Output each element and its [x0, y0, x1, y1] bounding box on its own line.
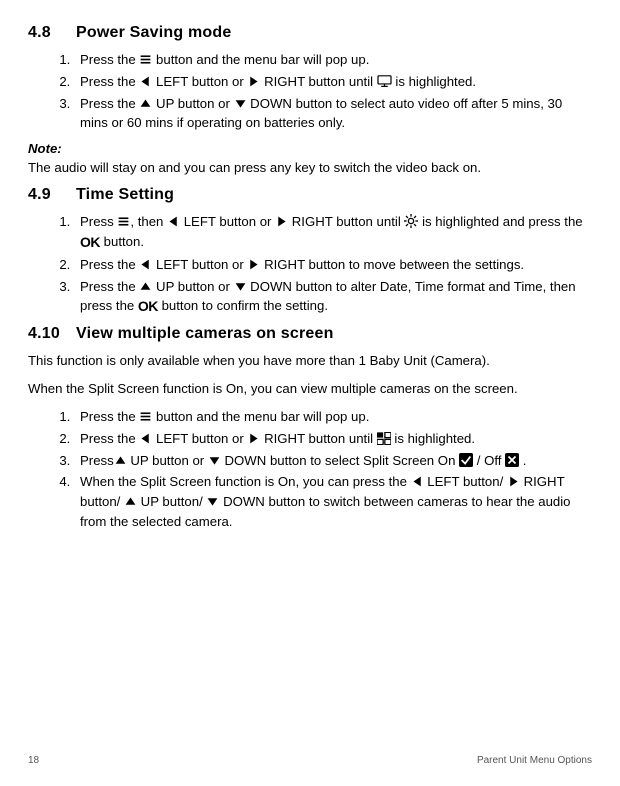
section-4-9-title: Time Setting — [76, 186, 174, 203]
section-4-8-heading: 4.8Power Saving mode — [28, 24, 592, 42]
note-label: Note: — [28, 141, 592, 156]
left-arrow-icon — [139, 258, 152, 271]
step-item: Press , then LEFT button or RIGHT button… — [74, 212, 592, 253]
check-box-icon — [459, 453, 473, 467]
section-4-10-steps: Press the button and the menu bar will p… — [28, 407, 592, 532]
menu-icon — [139, 53, 152, 66]
right-arrow-icon — [507, 475, 520, 488]
section-4-10-heading: 4.10View multiple cameras on screen — [28, 325, 592, 343]
menu-icon — [117, 215, 130, 228]
up-arrow-icon — [114, 454, 127, 467]
up-arrow-icon — [124, 495, 137, 508]
down-arrow-icon — [208, 454, 221, 467]
step-item: Press the LEFT button or RIGHT button un… — [74, 429, 592, 449]
x-box-icon — [505, 453, 519, 467]
down-arrow-icon — [206, 495, 219, 508]
step-item: Press the LEFT button or RIGHT button to… — [74, 255, 592, 275]
ok-icon: OK — [80, 234, 100, 250]
section-4-9-num: 4.9 — [28, 186, 76, 204]
note-text: The audio will stay on and you can press… — [28, 158, 592, 178]
right-arrow-icon — [247, 75, 260, 88]
right-arrow-icon — [247, 432, 260, 445]
monitor-icon — [377, 75, 392, 88]
section-4-10-num: 4.10 — [28, 325, 76, 343]
step-item: Press the button and the menu bar will p… — [74, 50, 592, 70]
section-4-8-num: 4.8 — [28, 24, 76, 42]
section-4-10-title: View multiple cameras on screen — [76, 325, 334, 342]
down-arrow-icon — [234, 97, 247, 110]
section-4-10-intro2: When the Split Screen function is On, yo… — [28, 379, 592, 399]
section-4-9-heading: 4.9Time Setting — [28, 186, 592, 204]
section-4-8-steps: Press the button and the menu bar will p… — [28, 50, 592, 133]
right-arrow-icon — [247, 258, 260, 271]
page-number: 18 — [28, 755, 39, 766]
ok-icon: OK — [138, 298, 158, 314]
step-item: Press the UP button or DOWN button to se… — [74, 94, 592, 134]
section-4-9-steps: Press , then LEFT button or RIGHT button… — [28, 212, 592, 317]
page: 4.8Power Saving mode Press the button an… — [0, 0, 620, 786]
gear-icon — [404, 214, 418, 228]
left-arrow-icon — [139, 75, 152, 88]
left-arrow-icon — [139, 432, 152, 445]
right-arrow-icon — [275, 215, 288, 228]
section-4-8-title: Power Saving mode — [76, 24, 231, 41]
down-arrow-icon — [234, 280, 247, 293]
footer: 18 Parent Unit Menu Options — [28, 755, 592, 766]
footer-title: Parent Unit Menu Options — [477, 755, 592, 766]
step-item: Press the LEFT button or RIGHT button un… — [74, 72, 592, 92]
left-arrow-icon — [411, 475, 424, 488]
step-item: Press the button and the menu bar will p… — [74, 407, 592, 427]
section-4-10-intro1: This function is only available when you… — [28, 351, 592, 371]
step-item: Press UP button or DOWN button to select… — [74, 451, 592, 471]
split-screen-icon — [377, 432, 391, 445]
up-arrow-icon — [139, 97, 152, 110]
up-arrow-icon — [139, 280, 152, 293]
step-item: Press the UP button or DOWN button to al… — [74, 277, 592, 318]
menu-icon — [139, 410, 152, 423]
step-item: When the Split Screen function is On, yo… — [74, 472, 592, 531]
left-arrow-icon — [167, 215, 180, 228]
